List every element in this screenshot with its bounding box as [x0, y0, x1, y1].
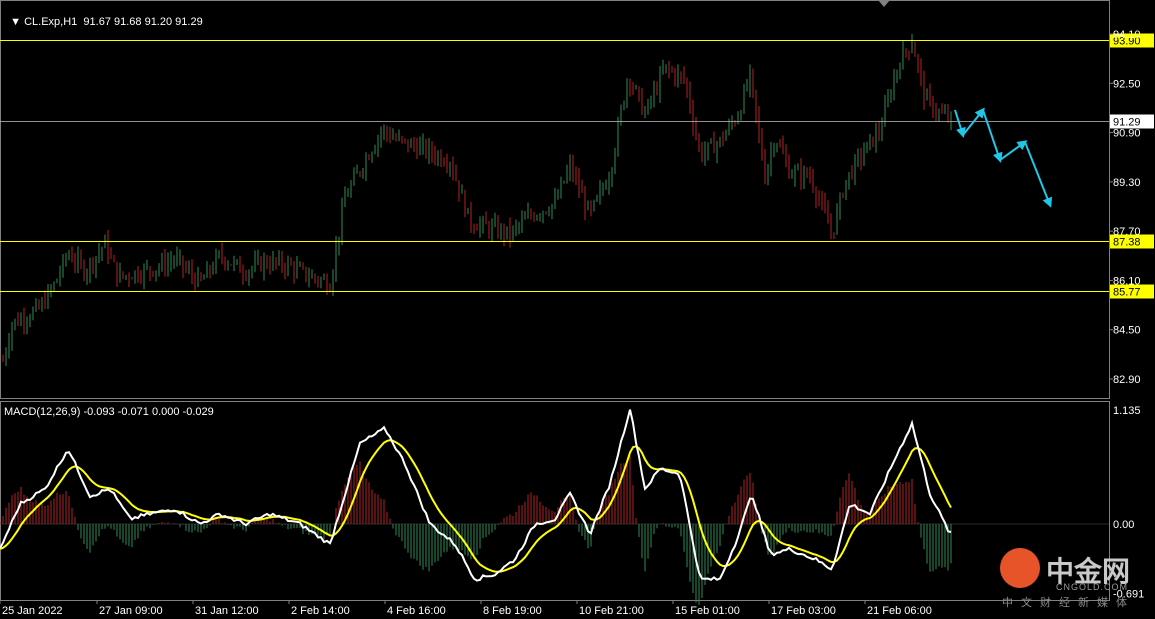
time-tick-label: 17 Feb 03:00: [771, 605, 836, 617]
symbol-label: CL.Exp,H1: [24, 16, 78, 28]
time-tick-label: 15 Feb 01:00: [675, 605, 740, 617]
forecast-arrows[interactable]: [954, 105, 1056, 210]
time-tick-label: 8 Feb 19:00: [483, 605, 542, 617]
symbol-header[interactable]: ▼ CL.Exp,H1 91.67 91.68 91.20 91.29: [4, 4, 203, 28]
watermark-logo: 中金网 CNGOLD.COM 中文财经新媒体: [1000, 548, 1150, 610]
level-price-label: 85.77: [1113, 287, 1141, 299]
time-tick-label: 25 Jan 2022: [2, 605, 63, 617]
time-tick-label: 27 Jan 09:00: [99, 605, 163, 617]
time-tick-label: 21 Feb 06:00: [867, 605, 932, 617]
forecast-arrowhead-icon: [1042, 196, 1053, 208]
price-tick-label: 94.10: [1113, 29, 1141, 41]
price-tick-label: 84.50: [1113, 325, 1141, 337]
time-tick-label: 10 Feb 21:00: [579, 605, 644, 617]
chart-canvas[interactable]: 93.9087.3885.7791.29 94.1092.5090.9089.3…: [0, 0, 1155, 619]
logo-icon: [1000, 548, 1040, 588]
price-tick-label: 86.10: [1113, 275, 1141, 287]
time-tick-label: 31 Jan 12:00: [195, 605, 259, 617]
axes: 94.10 92.50 90.90 89.30 87.70 86.10 84.50 82.90…: [0, 29, 1144, 617]
macd-main-line: [0, 409, 952, 582]
ohlc-readout: 91.67 91.68 91.20 91.29: [83, 16, 203, 28]
price-tick-label: 92.50: [1113, 78, 1141, 90]
macd-signal-line: [0, 439, 952, 573]
logo-tagline: 中文财经新媒体: [1002, 596, 1135, 609]
macd-tick-label: 0.00: [1113, 519, 1134, 531]
price-tick-label: 90.90: [1113, 128, 1141, 140]
macd-frame: [0, 401, 1110, 601]
price-tick-label: 87.70: [1113, 226, 1141, 238]
time-tick-label: 2 Feb 14:00: [291, 605, 350, 617]
horizontal-levels[interactable]: 93.9087.3885.7791.29: [0, 33, 1154, 299]
price-tick-label: 82.90: [1113, 374, 1141, 386]
logo-domain: CNGOLD.COM: [1056, 582, 1129, 592]
chart-dropdown-icon[interactable]: ▼: [10, 16, 24, 28]
macd-indicator: [0, 409, 1109, 605]
time-tick-label: 4 Feb 16:00: [387, 605, 446, 617]
forecast-zigzag: [954, 107, 1051, 206]
price-tick-label: 89.30: [1113, 177, 1141, 189]
scroll-marker-icon: [878, 0, 890, 7]
macd-tick-label: 1.135: [1113, 405, 1141, 417]
price-candles: [2, 33, 952, 367]
level-price-label: 87.38: [1113, 237, 1141, 249]
macd-header: MACD(12,26,9) -0.093 -0.071 0.000 -0.029: [4, 406, 214, 418]
